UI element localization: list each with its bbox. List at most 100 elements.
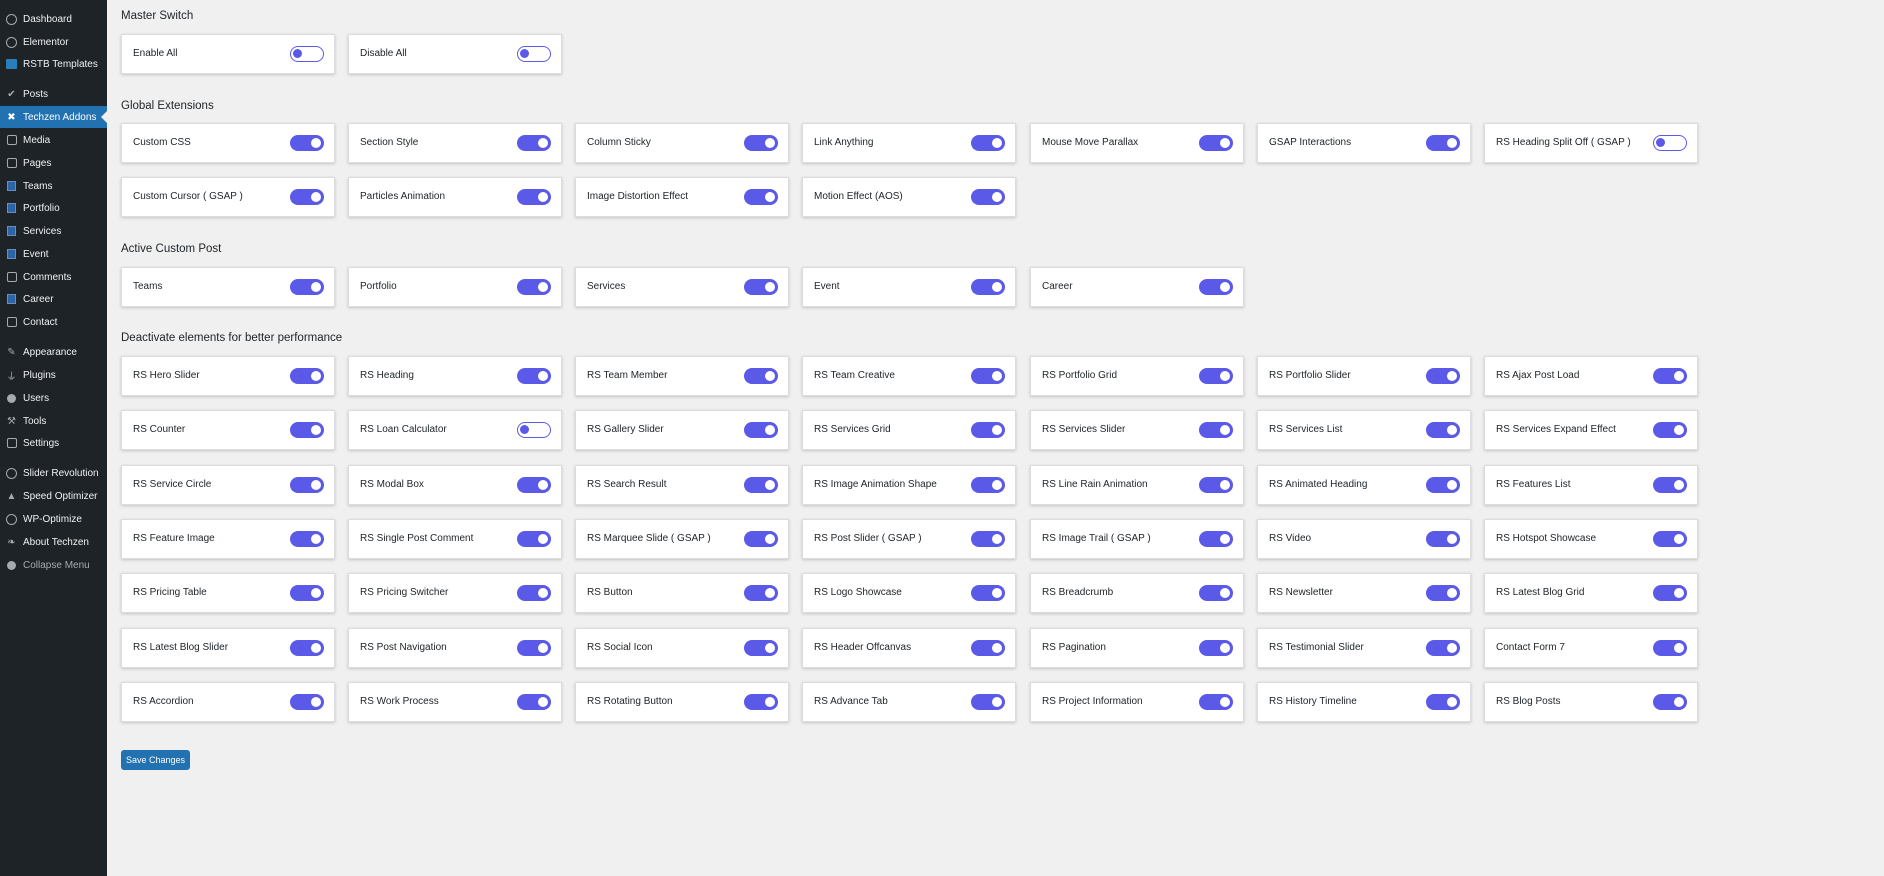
toggle-switch[interactable] — [517, 189, 551, 205]
toggle-switch[interactable] — [1426, 477, 1460, 493]
sidebar-item-wp-optimize[interactable]: WP-Optimize — [0, 508, 107, 530]
toggle-switch[interactable] — [1653, 135, 1687, 151]
toggle-card: Contact Form 7 — [1484, 628, 1698, 668]
toggle-switch[interactable] — [290, 640, 324, 656]
toggle-switch[interactable] — [1653, 694, 1687, 710]
sidebar-item-rstb-templates[interactable]: RSTB Templates — [0, 53, 107, 75]
toggle-switch[interactable] — [744, 135, 778, 151]
sidebar-item-dashboard[interactable]: Dashboard — [0, 8, 107, 30]
toggle-switch[interactable] — [971, 477, 1005, 493]
toggle-switch[interactable] — [744, 531, 778, 547]
toggle-switch[interactable] — [290, 368, 324, 384]
toggle-switch[interactable] — [744, 368, 778, 384]
toggle-label: RS Logo Showcase — [814, 587, 902, 598]
toggle-switch[interactable] — [517, 585, 551, 601]
toggle-switch[interactable] — [1426, 640, 1460, 656]
toggle-switch[interactable] — [1653, 368, 1687, 384]
toggle-switch[interactable] — [1199, 368, 1233, 384]
toggle-switch[interactable] — [517, 422, 551, 438]
sidebar-item-label: Contact — [23, 316, 58, 328]
toggle-switch[interactable] — [290, 531, 324, 547]
sidebar-item-label: Tools — [23, 415, 47, 427]
sidebar-item-elementor[interactable]: Elementor — [0, 31, 107, 53]
toggle-switch[interactable] — [517, 368, 551, 384]
toggle-switch[interactable] — [971, 640, 1005, 656]
toggle-switch[interactable] — [1426, 531, 1460, 547]
toggle-switch[interactable] — [971, 694, 1005, 710]
toggle-switch[interactable] — [744, 640, 778, 656]
toggle-switch[interactable] — [517, 135, 551, 151]
sidebar-item-slider-revolution[interactable]: Slider Revolution — [0, 462, 107, 484]
post-type-icon — [5, 248, 18, 261]
sidebar-item-media[interactable]: Media — [0, 129, 107, 151]
sidebar-item-teams[interactable]: Teams — [0, 175, 107, 197]
toggle-switch[interactable] — [1199, 585, 1233, 601]
toggle-switch[interactable] — [290, 422, 324, 438]
toggle-switch[interactable] — [744, 585, 778, 601]
toggle-switch[interactable] — [290, 189, 324, 205]
toggle-switch[interactable] — [1653, 585, 1687, 601]
toggle-switch[interactable] — [290, 46, 324, 62]
toggle-switch[interactable] — [971, 279, 1005, 295]
toggle-label: RS Counter — [133, 424, 186, 435]
toggle-switch[interactable] — [1426, 135, 1460, 151]
sidebar-item-portfolio[interactable]: Portfolio — [0, 197, 107, 219]
sidebar-item-tools[interactable]: ⚒ Tools — [0, 410, 107, 432]
toggle-switch[interactable] — [971, 585, 1005, 601]
sidebar-item-users[interactable]: Users — [0, 387, 107, 409]
toggle-switch[interactable] — [971, 531, 1005, 547]
sidebar-item-pages[interactable]: Pages — [0, 152, 107, 174]
toggle-switch[interactable] — [1199, 422, 1233, 438]
toggle-switch[interactable] — [1426, 585, 1460, 601]
toggle-switch[interactable] — [290, 279, 324, 295]
sidebar-item-techzen-addons[interactable]: ✖ Techzen Addons — [0, 106, 107, 128]
toggle-switch[interactable] — [744, 694, 778, 710]
toggle-switch[interactable] — [1426, 368, 1460, 384]
toggle-switch[interactable] — [1653, 531, 1687, 547]
toggle-switch[interactable] — [1199, 694, 1233, 710]
toggle-switch[interactable] — [1653, 640, 1687, 656]
sidebar-item-speed-optimizer[interactable]: ▲ Speed Optimizer — [0, 485, 107, 507]
toggle-switch[interactable] — [971, 135, 1005, 151]
sidebar-item-comments[interactable]: Comments — [0, 266, 107, 288]
toggle-switch[interactable] — [1426, 694, 1460, 710]
sidebar-item-settings[interactable]: Settings — [0, 432, 107, 454]
sidebar-item-contact[interactable]: Contact — [0, 311, 107, 333]
sidebar-item-appearance[interactable]: ✎ Appearance — [0, 341, 107, 363]
save-changes-button[interactable]: Save Changes — [121, 750, 190, 770]
toggle-switch[interactable] — [744, 477, 778, 493]
toggle-switch[interactable] — [290, 135, 324, 151]
toggle-switch[interactable] — [290, 694, 324, 710]
toggle-switch[interactable] — [1199, 135, 1233, 151]
sidebar-item-posts[interactable]: ✔ Posts — [0, 83, 107, 105]
toggle-switch[interactable] — [1653, 477, 1687, 493]
sidebar-item-plugins[interactable]: ⏚ Plugins — [0, 364, 107, 386]
toggle-label: Column Sticky — [587, 137, 651, 148]
toggle-switch[interactable] — [971, 189, 1005, 205]
sidebar-item-event[interactable]: Event — [0, 243, 107, 265]
toggle-switch[interactable] — [744, 422, 778, 438]
toggle-switch[interactable] — [1653, 422, 1687, 438]
toggle-switch[interactable] — [517, 477, 551, 493]
sidebar-item-collapse-menu[interactable]: Collapse Menu — [0, 554, 107, 576]
toggle-switch[interactable] — [1199, 531, 1233, 547]
toggle-switch[interactable] — [1199, 279, 1233, 295]
toggle-switch[interactable] — [971, 368, 1005, 384]
toggle-switch[interactable] — [290, 585, 324, 601]
toggle-switch[interactable] — [517, 694, 551, 710]
toggle-switch[interactable] — [517, 531, 551, 547]
sidebar-item-career[interactable]: Career — [0, 288, 107, 310]
toggle-switch[interactable] — [517, 279, 551, 295]
toggle-switch[interactable] — [517, 46, 551, 62]
sidebar-item-services[interactable]: Services — [0, 220, 107, 242]
toggle-switch[interactable] — [1199, 477, 1233, 493]
toggle-switch[interactable] — [1426, 422, 1460, 438]
toggle-switch[interactable] — [971, 422, 1005, 438]
toggle-switch[interactable] — [744, 189, 778, 205]
toggle-switch[interactable] — [517, 640, 551, 656]
toggle-switch[interactable] — [1199, 640, 1233, 656]
sidebar-item-about-techzen[interactable]: ❧ About Techzen — [0, 531, 107, 553]
toggle-card: RS Team Member — [575, 356, 789, 396]
toggle-switch[interactable] — [290, 477, 324, 493]
toggle-switch[interactable] — [744, 279, 778, 295]
